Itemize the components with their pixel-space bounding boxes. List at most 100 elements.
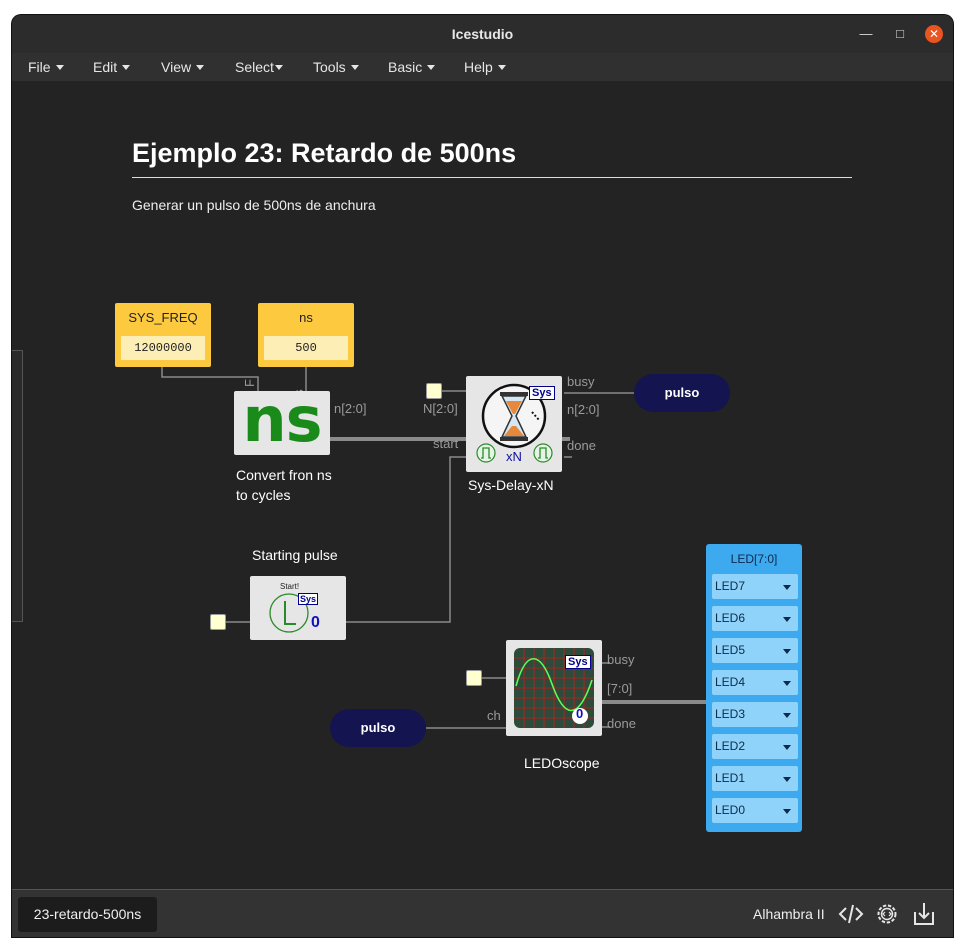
menu-tools[interactable]: Tools [313, 59, 359, 75]
clock-input[interactable] [210, 614, 226, 630]
sys-badge: Sys [565, 655, 591, 669]
convert-ns-block[interactable]: ns [234, 383, 330, 456]
sys-badge: Sys [529, 386, 555, 400]
sys-delay-block[interactable]: Sys xN [466, 376, 562, 472]
chevron-down-icon [783, 585, 791, 590]
led-select-4[interactable]: LED4 [712, 670, 798, 695]
board-name[interactable]: Alhambra II [753, 906, 825, 922]
chevron-down-icon [196, 65, 205, 70]
port-out-label: [7:0] [607, 681, 633, 696]
led-select-5[interactable]: LED5 [712, 638, 798, 663]
scope-digit: 0 [576, 706, 584, 721]
chevron-down-icon [783, 777, 791, 782]
chevron-down-icon [122, 65, 131, 70]
menu-file-label: File [28, 59, 51, 75]
chevron-down-icon [783, 809, 791, 814]
dock-edge [12, 350, 23, 622]
start-label: Starting pulse [252, 547, 338, 563]
output-pulso-top[interactable]: pulso [634, 374, 730, 412]
gear-code-icon[interactable] [874, 901, 900, 927]
led-output-block[interactable]: LED[7:0] LED7 LED6 LED5 LED4 LED3 LED2 L… [706, 544, 802, 832]
led-select-label: LED6 [715, 611, 746, 625]
menu-select[interactable]: Select [235, 59, 283, 75]
menu-edit-label: Edit [93, 59, 118, 75]
led-select-label: LED4 [715, 675, 746, 689]
port-ch-label: ch [487, 708, 501, 723]
chevron-down-icon [497, 65, 506, 70]
led-select-6[interactable]: LED6 [712, 606, 798, 631]
menu-view[interactable]: View [161, 59, 205, 75]
constant-sys-freq[interactable]: SYS_FREQ 12000000 [115, 303, 211, 367]
port-busy-label: busy [567, 374, 595, 389]
led-select-label: LED2 [715, 739, 746, 753]
led-select-7[interactable]: LED7 [712, 574, 798, 599]
wire-start [346, 456, 466, 623]
chevron-down-icon [783, 745, 791, 750]
menu-bar: File Edit View Select Tools Basic Help [12, 53, 953, 82]
menu-file[interactable]: File [28, 59, 64, 75]
convert-label-line1: Convert fron ns [236, 467, 332, 483]
close-icon[interactable]: ✕ [925, 25, 943, 43]
chevron-down-icon [427, 65, 436, 70]
constant-value-input[interactable]: 500 [264, 336, 348, 360]
window-title: Icestudio [451, 26, 514, 42]
clock-input[interactable] [426, 383, 442, 399]
chevron-down-icon [350, 65, 359, 70]
led-header: LED[7:0] [730, 552, 778, 566]
constant-ns[interactable]: ns 500 [258, 303, 354, 367]
chevron-down-icon [274, 65, 283, 70]
scope-label: LEDOscope [524, 755, 600, 771]
chevron-down-icon [783, 713, 791, 718]
led-select-label: LED3 [715, 707, 746, 721]
xn-text: xN [506, 449, 522, 464]
constant-value-input[interactable]: 12000000 [121, 336, 205, 360]
start-inner-label: Start! [280, 582, 300, 591]
menu-tools-label: Tools [313, 59, 346, 75]
port-done-label: done [607, 716, 636, 731]
menu-help-label: Help [464, 59, 493, 75]
constant-label: SYS_FREQ [128, 310, 198, 325]
project-name-tab[interactable]: 23-retardo-500ns [18, 897, 157, 932]
ledoscope-block[interactable]: Sys 0 [506, 640, 602, 736]
download-icon[interactable] [911, 901, 937, 927]
menu-help[interactable]: Help [464, 59, 506, 75]
port-busy-label: busy [607, 652, 635, 667]
led-select-1[interactable]: LED1 [712, 766, 798, 791]
port-out-label: n[2:0] [334, 401, 367, 416]
led-select-label: LED5 [715, 643, 746, 657]
port-n-in-label: N[2:0] [423, 401, 458, 416]
app-window: Icestudio — □ ✕ File Edit View Select To… [12, 15, 953, 937]
code-icon[interactable] [838, 901, 864, 927]
start-digit: 0 [311, 614, 320, 631]
menu-edit[interactable]: Edit [93, 59, 131, 75]
led-select-3[interactable]: LED3 [712, 702, 798, 727]
input-pulso-bottom[interactable]: pulso [330, 709, 426, 747]
port-done-label: done [567, 438, 596, 453]
led-select-2[interactable]: LED2 [712, 734, 798, 759]
menu-basic-label: Basic [388, 59, 423, 75]
chevron-down-icon [55, 65, 64, 70]
clock-input[interactable] [466, 670, 482, 686]
delay-label: Sys-Delay-xN [468, 477, 554, 493]
chevron-down-icon [783, 617, 791, 622]
menu-select-label: Select [235, 59, 274, 75]
chevron-down-icon [783, 681, 791, 686]
port-n-out-label: n[2:0] [567, 402, 600, 417]
led-select-label: LED0 [715, 803, 746, 817]
minimize-icon[interactable]: — [857, 25, 875, 43]
starting-pulse-block[interactable]: Start! Sys 0 [250, 576, 346, 640]
menu-basic[interactable]: Basic [388, 59, 436, 75]
chevron-down-icon [783, 649, 791, 654]
title-bar: Icestudio — □ ✕ [12, 15, 953, 53]
design-canvas[interactable]: Ejemplo 23: Retardo de 500ns Generar un … [12, 81, 953, 889]
maximize-icon[interactable]: □ [891, 25, 909, 43]
led-select-0[interactable]: LED0 [712, 798, 798, 823]
sys-badge: Sys [298, 593, 319, 605]
port-start-label: start [433, 436, 459, 451]
menu-view-label: View [161, 59, 192, 75]
led-select-label: LED7 [715, 579, 746, 593]
convert-label-line2: to cycles [236, 487, 291, 503]
constant-label: ns [299, 310, 313, 325]
status-bar: 23-retardo-500ns Alhambra II [12, 889, 953, 937]
led-select-label: LED1 [715, 771, 746, 785]
